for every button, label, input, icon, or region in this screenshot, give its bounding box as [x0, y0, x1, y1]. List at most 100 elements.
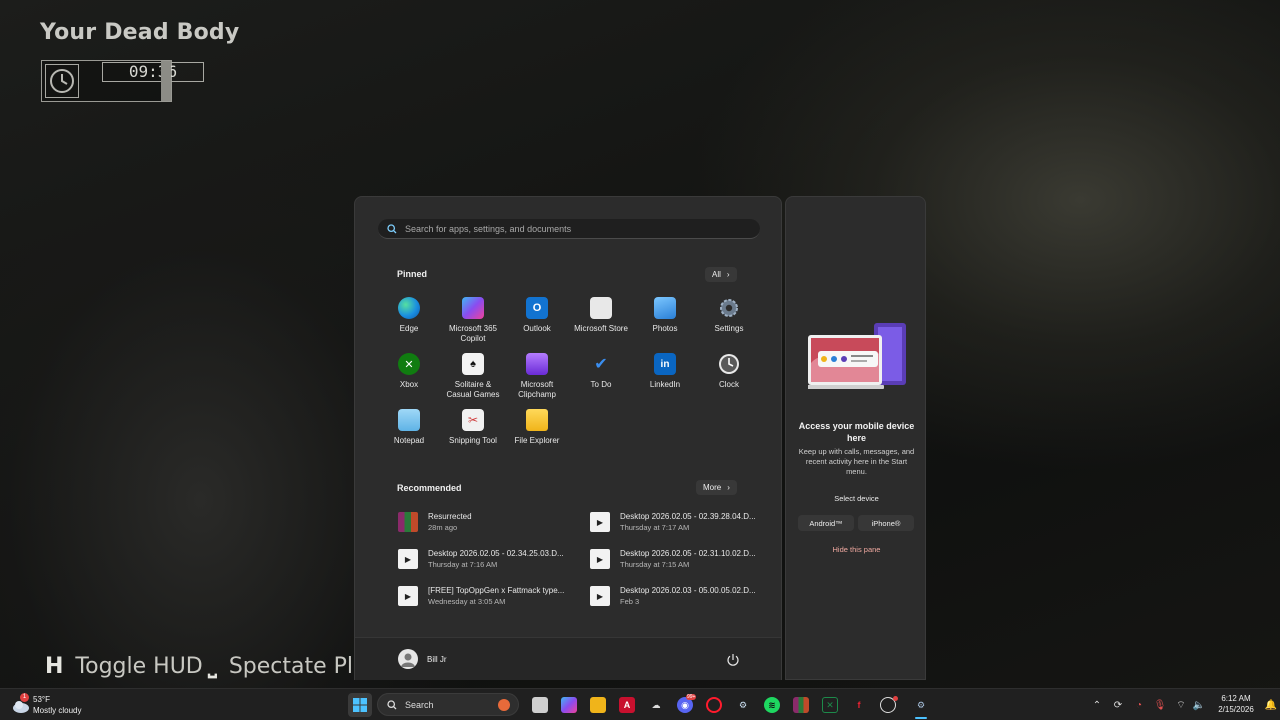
search-highlight-icon: [498, 698, 510, 711]
recommended-title: Desktop 2026.02.05 - 02.39.28.04.D...: [620, 512, 756, 521]
start-search-box[interactable]: [378, 219, 760, 239]
pane-description: Keep up with calls, messages, and recent…: [798, 447, 915, 476]
phone-link-illustration: [808, 323, 906, 389]
copilot-icon[interactable]: [561, 697, 577, 713]
app-label: To Do: [590, 380, 612, 389]
pinned-app-m365-copilot[interactable]: Microsoft 365 Copilot: [441, 297, 505, 344]
spotify-icon[interactable]: ≋: [764, 697, 780, 713]
recommended-time: Thursday at 7:15 AM: [620, 560, 690, 569]
recommended-item[interactable]: ▶ Desktop 2026.02.05 - 02.31.10.02.D... T…: [590, 545, 770, 573]
hint-label: Spectate Pla: [228, 654, 367, 679]
app-label: Edge: [399, 324, 419, 333]
active-app-indicator: [915, 717, 927, 719]
recommended-item[interactable]: ▶ Desktop 2026.02.03 - 05.00.05.02.D... F…: [590, 582, 770, 610]
pinned-app-snipping-tool[interactable]: ✂ Snipping Tool: [441, 409, 505, 446]
app-label: Notepad: [393, 436, 425, 445]
edge-icon: [398, 297, 420, 319]
android-button[interactable]: Android™: [798, 515, 854, 531]
pinned-app-microsoft-store[interactable]: Microsoft Store: [569, 297, 633, 334]
task-view-icon[interactable]: [532, 697, 548, 713]
hint-spectate: ⎵ Spectate Pla: [208, 654, 367, 679]
recommended-heading: Recommended: [397, 483, 462, 493]
sync-icon[interactable]: ⟳: [1111, 698, 1125, 712]
recommended-time: Thursday at 7:17 AM: [620, 523, 690, 532]
start-search-input[interactable]: [405, 223, 735, 234]
recommended-item[interactable]: ▶ [FREE] TopOppGen x Fattmack type... Wed…: [398, 582, 578, 610]
user-name[interactable]: Bill Jr: [427, 655, 447, 664]
more-label: More: [703, 483, 722, 492]
app-label: Microsoft 365 Copilot: [448, 324, 498, 343]
steam-icon[interactable]: ⚙: [735, 697, 751, 713]
app-tray-icon[interactable]: ◔: [1132, 698, 1146, 712]
photos-icon: [654, 297, 676, 319]
user-avatar[interactable]: [398, 649, 418, 669]
power-icon[interactable]: [725, 652, 741, 668]
recommended-title: Resurrected: [428, 512, 472, 521]
pinned-app-photos[interactable]: Photos: [633, 297, 697, 334]
game-title: Your Dead Body: [40, 20, 240, 45]
recommended-item[interactable]: ▶ Desktop 2026.02.05 - 02.34.25.03.D... T…: [398, 545, 578, 573]
chevron-up-icon[interactable]: ⌃: [1090, 698, 1104, 712]
recommended-item[interactable]: Resurrected 28m ago: [398, 508, 578, 536]
pinned-app-file-explorer[interactable]: File Explorer: [505, 409, 569, 446]
pinned-heading: Pinned: [397, 269, 428, 279]
fl-studio-icon[interactable]: f: [851, 697, 867, 713]
pinned-app-xbox[interactable]: ✕ Xbox: [377, 353, 441, 390]
video-file-icon: ▶: [398, 586, 418, 606]
opera-gx-icon[interactable]: [706, 697, 722, 713]
iphone-button[interactable]: iPhone®: [858, 515, 914, 531]
pinned-app-clock[interactable]: Clock: [697, 353, 761, 390]
settings-gear-icon[interactable]: ⚙: [913, 697, 929, 713]
hide-pane-link[interactable]: Hide this pane: [796, 545, 917, 554]
notepad-icon: [398, 409, 420, 431]
select-device-label: Select device: [834, 494, 879, 503]
pinned-app-notepad[interactable]: Notepad: [377, 409, 441, 446]
notification-bell-icon[interactable]: 🔔: [1264, 698, 1278, 712]
taskbar-search[interactable]: Search: [377, 693, 519, 716]
clipchamp-icon: [526, 353, 548, 375]
microsoft-store-icon: [590, 297, 612, 319]
excel-icon[interactable]: ✕: [822, 697, 838, 713]
pinned-app-todo[interactable]: ✔ To Do: [569, 353, 633, 390]
winrar-icon[interactable]: [793, 697, 809, 713]
app-label: Snipping Tool: [449, 436, 497, 445]
volume-icon[interactable]: 🔈: [1192, 698, 1206, 712]
all-apps-button[interactable]: All ›: [705, 267, 737, 282]
pinned-app-edge[interactable]: Edge: [377, 297, 441, 334]
acrobat-icon[interactable]: A: [619, 697, 635, 713]
app-label: Microsoft Clipchamp: [518, 380, 556, 399]
pinned-app-solitaire[interactable]: ♠ Solitaire & Casual Games: [441, 353, 505, 400]
app-label: File Explorer: [514, 436, 560, 445]
app-label: Xbox: [399, 380, 419, 389]
notification-badge: 1: [20, 693, 29, 702]
start-footer: Bill Jr: [355, 637, 781, 680]
pinned-app-clipchamp[interactable]: Microsoft Clipchamp: [505, 353, 569, 400]
chevron-right-icon: ›: [726, 270, 730, 279]
chevron-right-icon: ›: [727, 483, 730, 492]
more-button[interactable]: More ›: [696, 480, 737, 495]
video-file-icon: ▶: [590, 586, 610, 606]
file-explorer-icon[interactable]: [590, 697, 606, 713]
phone-link-pane: Access your mobile device here Keep up w…: [785, 196, 926, 680]
wifi-icon[interactable]: ⌔: [1174, 698, 1188, 712]
microphone-icon[interactable]: 🎙: [1153, 698, 1167, 712]
app-label: Settings: [714, 324, 744, 333]
winrar-archive-icon: [398, 512, 418, 532]
pinned-app-linkedin[interactable]: in LinkedIn: [633, 353, 697, 390]
system-clock[interactable]: 6:12 AM 2/15/2026: [1210, 693, 1262, 715]
game-timer-panel: 09:36: [41, 60, 204, 102]
app-label: Microsoft Store: [574, 324, 628, 333]
mixer-app-icon[interactable]: ☁: [648, 697, 664, 713]
timer-bar: [161, 61, 171, 101]
clock-icon: [45, 64, 79, 98]
outlook-icon: O: [526, 297, 548, 319]
recommended-item[interactable]: ▶ Desktop 2026.02.05 - 02.39.28.04.D... T…: [590, 508, 770, 536]
pinned-app-settings[interactable]: Settings: [697, 297, 761, 334]
folder-icon: [526, 409, 548, 431]
all-apps-label: All: [712, 270, 721, 279]
pane-title: Access your mobile device here: [798, 421, 915, 443]
start-button[interactable]: [348, 693, 372, 717]
recommended-title: Desktop 2026.02.05 - 02.31.10.02.D...: [620, 549, 756, 558]
pinned-app-outlook[interactable]: O Outlook: [505, 297, 569, 334]
clock-date: 2/15/2026: [1218, 705, 1254, 714]
